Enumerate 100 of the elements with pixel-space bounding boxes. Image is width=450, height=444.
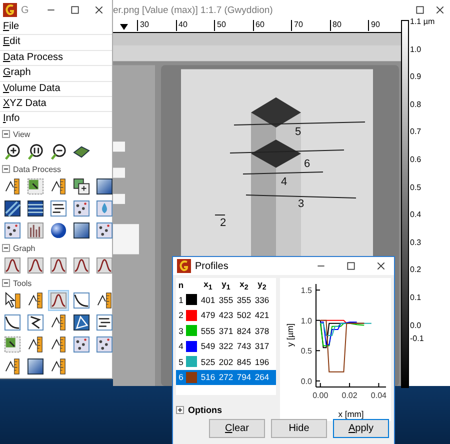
collapse-icon[interactable] [2, 244, 10, 252]
maximize-icon[interactable] [415, 5, 425, 15]
scale-label: 0.7 [410, 127, 422, 136]
ruler-label: 50 [214, 20, 226, 31]
scale-label: 0.2 [410, 265, 422, 274]
table-cell-text: 4 [178, 341, 184, 352]
tool-button[interactable] [48, 254, 69, 276]
tool-button[interactable] [71, 176, 92, 197]
profile-line[interactable] [214, 214, 226, 216]
collapse-icon[interactable] [2, 165, 10, 174]
tool-button[interactable] [94, 312, 115, 333]
table-cell-text: 3 [178, 326, 184, 336]
tool-button[interactable] [48, 290, 69, 311]
scale-label: 0.0 [410, 320, 422, 330]
tool-button[interactable] [25, 356, 46, 377]
column-header: y$_{2}$ [256, 278, 268, 292]
ruler-icon [27, 336, 44, 353]
tool-button[interactable] [2, 220, 23, 241]
tool-button[interactable] [71, 198, 92, 219]
tool-button[interactable] [94, 220, 115, 241]
tool-button[interactable] [25, 176, 46, 197]
table-cell-text: 355 [218, 294, 234, 305]
section-title: Data Process [13, 164, 62, 174]
maximize-icon[interactable] [346, 261, 356, 271]
profile-line[interactable] [230, 150, 344, 154]
menu-item[interactable]: Data Process [0, 50, 112, 66]
tool-button[interactable] [2, 312, 23, 333]
tool-button[interactable] [71, 334, 92, 355]
tool-button[interactable] [25, 198, 46, 219]
gradient-square-icon [73, 222, 90, 239]
table-row[interactable]: 5 525 202 845 196 [176, 354, 276, 370]
pointer-icon [4, 292, 21, 309]
table-row[interactable]: 1 401 355 355 336 [176, 292, 276, 308]
tool-button[interactable] [71, 290, 92, 311]
table-cell-text: 555 [200, 326, 216, 336]
dialog-button[interactable]: Clear [209, 419, 265, 438]
dotted-square-icon [73, 200, 90, 217]
ruler-icon [27, 292, 44, 309]
scale-label: 0.4 [410, 210, 422, 220]
table-cell-text: 423 [218, 310, 234, 320]
y-tick-label: 1.5 [300, 286, 312, 296]
tool-button[interactable] [48, 198, 69, 219]
options-label[interactable]: Options [188, 405, 222, 415]
close-icon[interactable] [94, 5, 104, 15]
column-header: y$_{1}$ [220, 278, 232, 292]
collapse-icon[interactable] [2, 130, 10, 138]
tool-button[interactable] [71, 312, 92, 333]
profile-line[interactable] [234, 122, 366, 126]
tool-button[interactable] [2, 254, 23, 276]
tool-button[interactable] [71, 254, 92, 276]
tool-button[interactable] [2, 198, 23, 219]
profile-number: 3 [298, 198, 304, 210]
dotted-square-icon [96, 336, 113, 353]
table-row[interactable]: 6 516 272 794 264 [176, 370, 276, 385]
peak-chart-icon [96, 256, 113, 274]
tool-button[interactable] [94, 334, 115, 355]
table-row[interactable]: 2 479 423 502 421 [176, 308, 276, 323]
ruler-label: 40 [176, 20, 188, 31]
tool-button[interactable] [25, 312, 46, 333]
tool-button[interactable] [25, 220, 46, 241]
peak-chart-icon [73, 256, 90, 274]
table-cell-text: 202 [218, 356, 234, 367]
profile-number: 5 [295, 126, 302, 138]
table-row[interactable]: 3 555 371 824 378 [176, 323, 276, 338]
menu-item[interactable]: Graph [0, 66, 112, 82]
table-cell-text: 1 [178, 294, 184, 305]
menu-item[interactable]: File [0, 20, 112, 36]
profile-line[interactable] [242, 172, 324, 174]
profile-number: 4 [281, 176, 288, 188]
table-row[interactable]: 4 549 322 743 317 [176, 338, 276, 354]
table-cell-text: 378 [254, 326, 270, 336]
table-cell-text: 2 [178, 310, 184, 320]
menu-item[interactable]: Edit [0, 35, 112, 51]
expand-icon[interactable] [176, 406, 184, 414]
crop-icon [4, 336, 21, 353]
scale-label: 0.8 [410, 100, 422, 109]
table-cell-text: 743 [236, 341, 252, 352]
maximize-icon[interactable] [70, 5, 80, 15]
close-icon[interactable] [376, 261, 386, 271]
y-tick-label: 0.0 [300, 376, 312, 386]
tool-button[interactable] [2, 334, 23, 355]
table-cell-text: 264 [254, 372, 270, 382]
dialog-button[interactable]: Apply [333, 419, 389, 438]
column-header: x$_{2}$ [238, 278, 250, 292]
dialog-button[interactable]: Hide [271, 419, 327, 438]
profile-line[interactable] [246, 194, 356, 198]
menu-item[interactable]: XYZ Data [0, 96, 112, 112]
crop-icon [27, 178, 44, 195]
collapse-icon[interactable] [2, 279, 10, 288]
table-cell-text: 5 [178, 356, 184, 367]
tool-button[interactable] [71, 220, 92, 241]
close-icon[interactable] [435, 5, 445, 15]
tool-button[interactable] [94, 254, 115, 276]
menu-item[interactable]: Info [0, 112, 112, 128]
ruler-icon [50, 336, 67, 353]
tool-button[interactable] [25, 254, 46, 276]
section-title: Tools [13, 278, 32, 288]
table-cell-text: 549 [200, 341, 216, 352]
menu-item[interactable]: Volume Data [0, 82, 112, 97]
tool-button[interactable] [94, 176, 115, 197]
